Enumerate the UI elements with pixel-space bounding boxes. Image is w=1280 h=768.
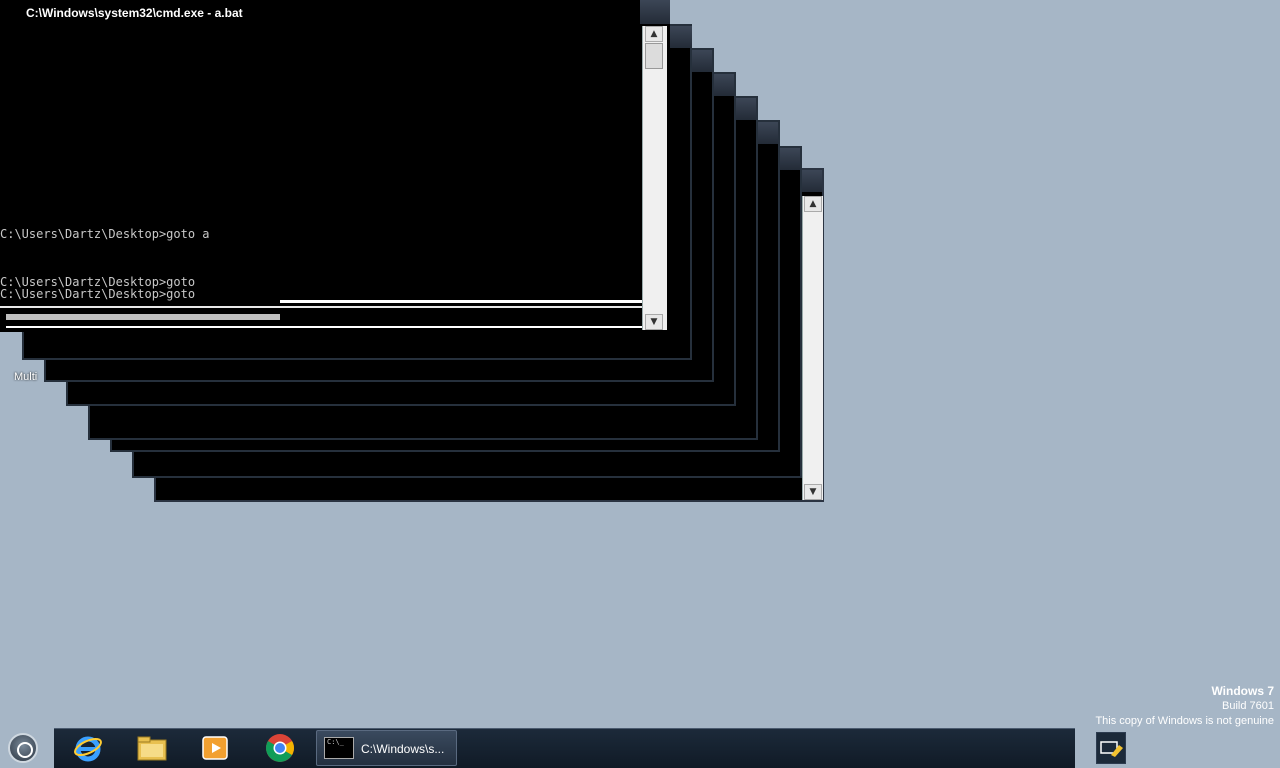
console-titlebar[interactable]: C:\Windows\system32\cmd.exe - a.bat (0, 0, 640, 28)
console-window[interactable]: C:\Windows\system32\cmd.exe - a.bat C:\U… (0, 0, 670, 332)
console-titlebar-button[interactable] (640, 0, 670, 24)
desktop: ▲ ▼ C:\Windows\system32\cmd.exe - a.bat … (0, 0, 1280, 728)
redraw-artifact (6, 314, 280, 320)
watermark-notice: This copy of Windows is not genuine (1095, 715, 1274, 727)
redraw-artifact (6, 326, 642, 328)
redraw-artifact (280, 300, 642, 303)
scroll-down-button[interactable]: ▼ (645, 314, 663, 330)
scroll-thumb[interactable] (645, 43, 663, 69)
media-player-icon[interactable] (199, 732, 231, 764)
taskbar: C:\_ C:\Windows\s... (0, 728, 1280, 768)
watermark-build: Build 7601 (1222, 700, 1274, 712)
taskbar-button-label: C:\Windows\s... (361, 742, 445, 756)
redraw-artifact (0, 306, 642, 308)
windows-watermark: Windows 7 Build 7601 This copy of Window… (1095, 684, 1274, 729)
desktop-icon-label[interactable]: Multi (14, 371, 37, 383)
console-title: C:\Windows\system32\cmd.exe - a.bat (26, 6, 243, 20)
cmd-icon: C:\_ (324, 737, 354, 759)
chrome-icon[interactable] (264, 732, 296, 764)
taskbar-button-cmd[interactable]: C:\_ C:\Windows\s... (316, 730, 457, 766)
trail-scrollbar[interactable]: ▲ ▼ (802, 196, 823, 500)
internet-explorer-icon[interactable] (72, 732, 104, 764)
console-line: C:\Users\Dartz\Desktop>goto (0, 287, 196, 301)
action-center-icon[interactable] (1096, 732, 1126, 764)
console-line: C:\Users\Dartz\Desktop>goto a (0, 227, 210, 241)
scroll-up-button[interactable]: ▲ (645, 26, 663, 42)
file-explorer-icon[interactable] (136, 732, 168, 764)
watermark-title: Windows 7 (1211, 684, 1274, 698)
start-orb-icon[interactable] (8, 733, 38, 763)
console-scrollbar[interactable]: ▲ ▼ (642, 26, 667, 330)
